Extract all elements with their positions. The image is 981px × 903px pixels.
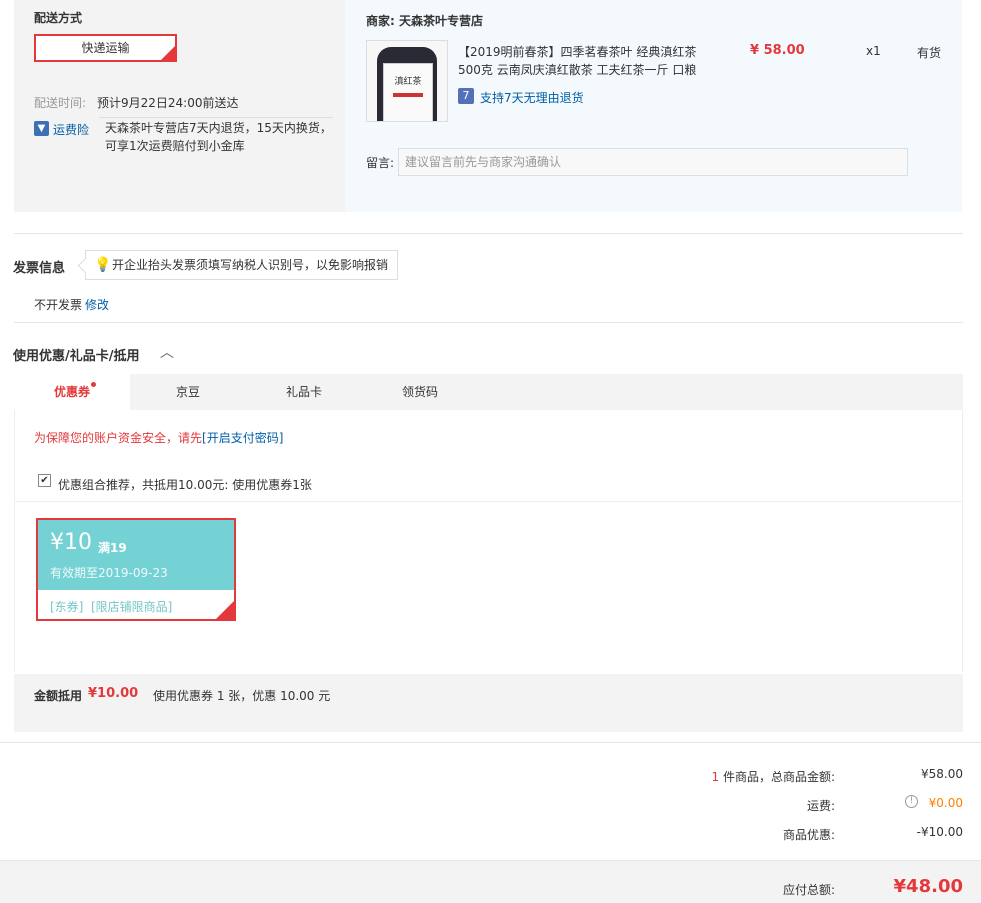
merchant-name: 天森茶叶专营店 bbox=[399, 14, 484, 28]
divider bbox=[0, 742, 981, 743]
tea-bag-label: 滇红茶 bbox=[394, 77, 422, 87]
note-label: 留言: bbox=[366, 156, 395, 170]
shipping-insurance-link[interactable]: 运费险 bbox=[53, 121, 89, 138]
shield-icon: ▼ bbox=[34, 121, 49, 136]
invoice-title: 发票信息 bbox=[13, 261, 66, 276]
coupon-tag-restriction: [限店铺限商品] bbox=[91, 600, 173, 614]
goods-count-line: 1 件商品，总商品金额: bbox=[711, 770, 835, 784]
divider bbox=[15, 501, 962, 502]
divider bbox=[14, 233, 963, 234]
summary-amount: ¥10.00 bbox=[88, 686, 139, 701]
invoice-status: 不开发票 bbox=[34, 298, 83, 312]
product-title-line2[interactable]: 500克 云南凤庆滇红散茶 工夫红茶一斤 口粮 bbox=[458, 61, 696, 78]
insurance-desc-1: 天森茶叶专营店7天内退货，15天内换货， bbox=[105, 121, 332, 135]
discounts-title: 使用优惠/礼品卡/抵用 bbox=[13, 349, 140, 364]
invoice-tip: 💡 开企业抬头发票须填写纳税人识别号，以免影响报销 bbox=[85, 250, 398, 280]
invoice-tip-text: 开企业抬头发票须填写纳税人识别号，以免影响报销 bbox=[112, 258, 389, 272]
product-thumbnail[interactable]: 滇红茶 bbox=[366, 40, 448, 122]
product-price: ¥ 58.00 bbox=[750, 43, 805, 58]
selected-corner-icon bbox=[161, 46, 175, 60]
selected-corner-icon bbox=[216, 601, 234, 619]
coupon-tag-jd: [东券] bbox=[50, 600, 84, 614]
enable-payment-password-link[interactable]: [开启支付密码] bbox=[202, 431, 283, 445]
discount-tabs: 优惠券 京豆 礼品卡 领货码 bbox=[14, 374, 963, 410]
combo-checkbox[interactable]: ✔ bbox=[38, 474, 51, 487]
express-shipping-option[interactable]: 快递运输 bbox=[34, 34, 177, 62]
discount-label: 商品优惠: bbox=[782, 828, 835, 842]
tab-jingdou[interactable]: 京豆 bbox=[130, 374, 246, 410]
product-stock: 有货 bbox=[917, 46, 942, 60]
payable-amount: ¥48.00 bbox=[893, 876, 963, 897]
discount-amount: -¥10.00 bbox=[916, 825, 963, 839]
coupon-card[interactable]: ¥10 满19 有效期至2019-09-23 [东券] [限店铺限商品] bbox=[36, 518, 236, 621]
delivery-time-label: 配送时间: bbox=[34, 96, 87, 110]
lightbulb-icon: 💡 bbox=[94, 257, 112, 273]
merchant-label: 商家: 天森茶叶专营店 bbox=[366, 14, 484, 28]
security-notice: 为保障您的账户资金安全，请先[开启支付密码] bbox=[34, 431, 284, 445]
summary-detail: 使用优惠券 1 张，优惠 10.00 元 bbox=[153, 689, 331, 703]
shipping-fee-label: 运费: bbox=[806, 799, 835, 813]
payable-label: 应付总额: bbox=[782, 883, 835, 897]
new-dot-icon bbox=[91, 382, 96, 387]
insurance-desc-2: 可享1次运费赔付到小金库 bbox=[105, 139, 245, 153]
invoice-edit-link[interactable]: 修改 bbox=[85, 296, 109, 313]
combo-text: 优惠组合推荐，共抵用10.00元: 使用优惠券1张 bbox=[58, 478, 312, 492]
goods-amount: ¥58.00 bbox=[921, 767, 963, 781]
return-policy-link[interactable]: 支持7天无理由退货 bbox=[480, 89, 584, 106]
delivery-time-value: 预计9月22日24:00前送达 bbox=[97, 96, 239, 110]
info-icon[interactable]: ! bbox=[905, 795, 918, 808]
shipping-title: 配送方式 bbox=[34, 11, 83, 25]
product-title-line1[interactable]: 【2019明前春茶】四季茗春茶叶 经典滇红茶 bbox=[458, 43, 696, 60]
product-quantity: x1 bbox=[866, 44, 881, 58]
tab-pickup-code[interactable]: 领货码 bbox=[362, 374, 478, 410]
divider bbox=[14, 322, 963, 323]
divider bbox=[99, 117, 333, 118]
tab-coupons[interactable]: 优惠券 bbox=[14, 374, 130, 410]
shipping-fee-amount: ¥0.00 bbox=[928, 796, 963, 810]
note-input[interactable]: 建议留言前先与商家沟通确认 bbox=[398, 148, 908, 176]
chevron-up-icon[interactable]: ︿ bbox=[160, 342, 174, 362]
return-policy-icon: 7 bbox=[458, 88, 474, 104]
coupon-amount: ¥10 bbox=[50, 530, 92, 555]
summary-label: 金额抵用 bbox=[34, 689, 83, 703]
tea-bag: 滇红茶 bbox=[383, 63, 433, 121]
coupon-expiry: 有效期至2019-09-23 bbox=[50, 566, 168, 580]
coupon-condition: 满19 bbox=[98, 541, 127, 555]
tab-giftcard[interactable]: 礼品卡 bbox=[246, 374, 362, 410]
shipping-method-label: 快递运输 bbox=[81, 41, 130, 55]
